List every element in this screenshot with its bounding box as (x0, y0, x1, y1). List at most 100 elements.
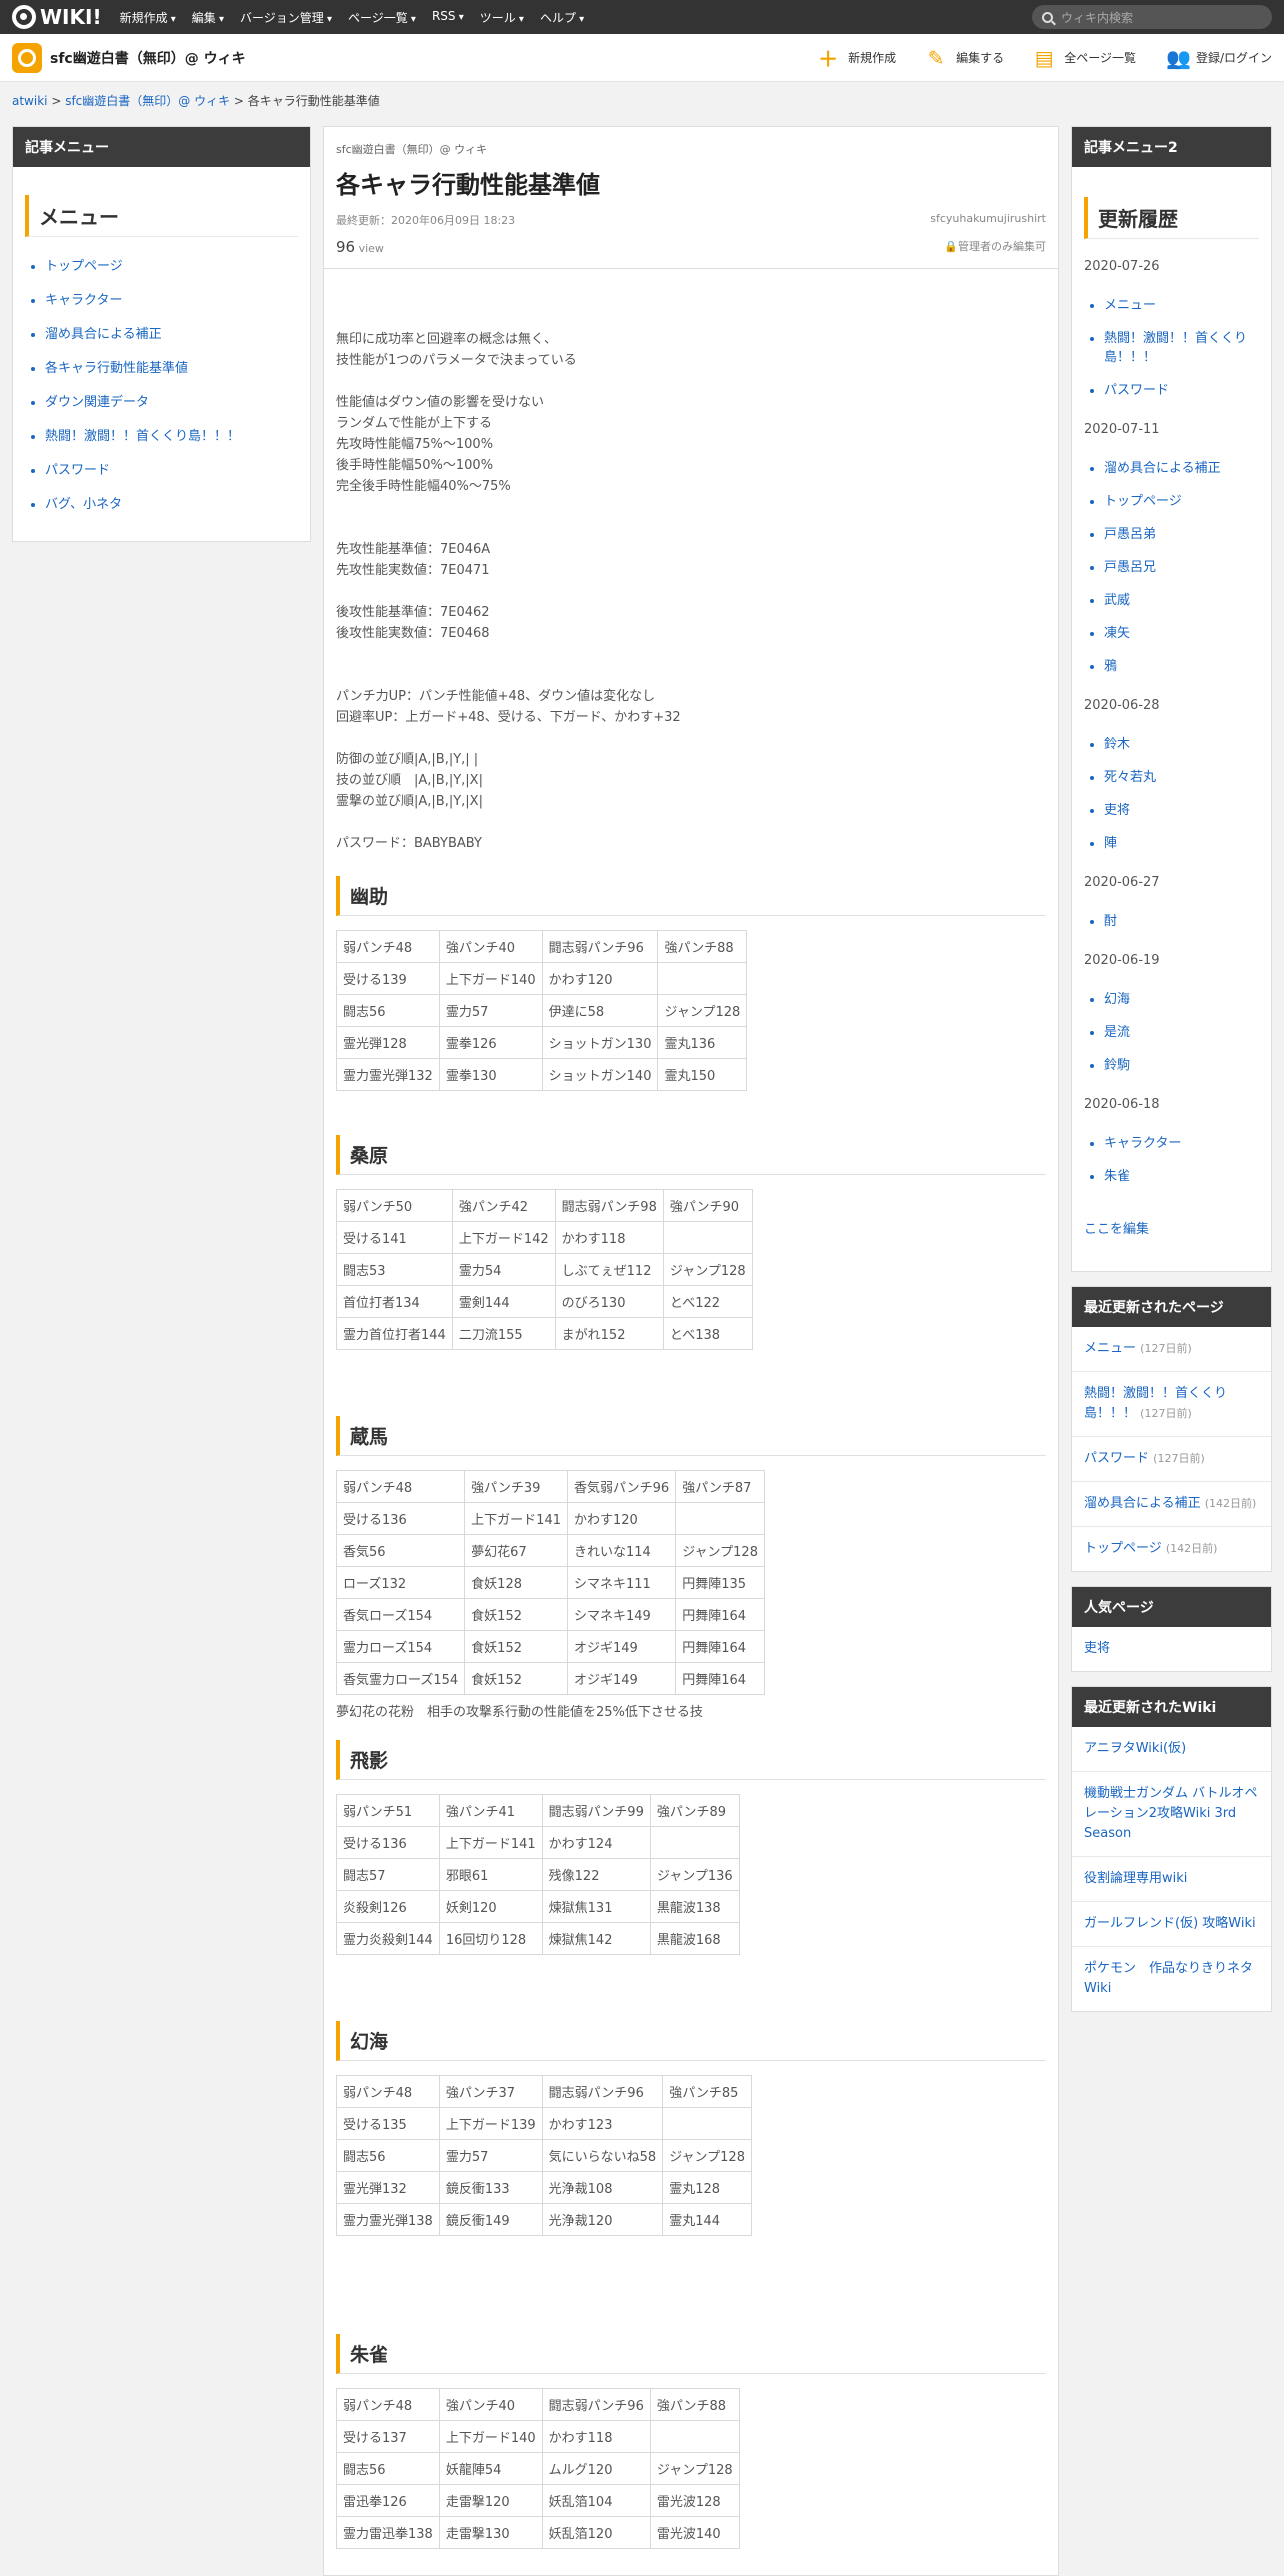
table-cell: 妖乱箔104 (541, 2484, 651, 2517)
table-cell: 受ける136 (336, 1826, 440, 1859)
history-link[interactable]: 是流 (1104, 1023, 1259, 1042)
history-link[interactable]: 戸愚呂弟 (1104, 525, 1259, 544)
recent-page-link[interactable]: パスワード (1084, 1451, 1149, 1466)
article-menu-title: 記事メニュー (13, 127, 310, 167)
wiki-link[interactable]: 役割論理専用wiki (1072, 1857, 1271, 1902)
popular-page-link[interactable]: 吏将 (1072, 1627, 1271, 1671)
left-sidebar: 記事メニュー メニュー トップページ キャラクター 溜め具合による補正 各キャラ… (12, 126, 311, 556)
history-link[interactable]: 鴉 (1104, 657, 1259, 676)
update-history: 2020-07-26 メニュー熱闘！激闘！！首くくり島！！！ パスワード 2020-0… (1084, 259, 1259, 1186)
table-cell: 霊力霊光弾132 (336, 1058, 440, 1091)
menu-item-down[interactable]: ダウン関連データ (45, 391, 298, 410)
article-body: 無印に成功率と回避率の概念は無く、 技性能が1つのパラメータで決まっている 性能… (324, 269, 1058, 2575)
table-cell: ローズ132 (335, 1566, 466, 1599)
table-cell: 霊力54 (451, 1253, 556, 1286)
wiki-link[interactable]: 機動戦士ガンダム バトルオペレーション2攻略Wiki 3rd Season (1072, 1772, 1271, 1857)
table-cell: 香気霊力ローズ154 (335, 1662, 466, 1695)
wiki-link[interactable]: ポケモン 作品なりきりネタWiki (1072, 1947, 1271, 2011)
character-section: 飛影 弱パンチ51 強パンチ41 闘志弱パンチ99 強パンチ89 受ける136 上下ガード1… (336, 1740, 1046, 1955)
menu-help[interactable]: ヘルプ (540, 9, 584, 26)
all-pages-button[interactable]: ▤ 全ページ一覧 (1034, 43, 1136, 72)
table-row: 霊光弾128 霊拳126 ショットガン130 霊丸136 (336, 1026, 748, 1059)
menu-item-password[interactable]: パスワード (45, 459, 298, 478)
table-cell: 食妖152 (464, 1662, 568, 1695)
wiki-link[interactable]: アニヲタWiki(仮) (1072, 1727, 1271, 1772)
history-heading: 更新履歴 (1084, 197, 1259, 239)
breadcrumb-wiki[interactable]: sfc幽遊白書（無印）@ ウィキ (65, 94, 230, 108)
table-cell: 弱パンチ50 (336, 1189, 453, 1222)
paragraph: 防御の並び順|A,|B,|Y,| | 技の並び順 |A,|B,|Y,|X| 霊撃… (336, 752, 483, 809)
wiki-name[interactable]: sfc幽遊白書（無印）@ ウィキ (50, 48, 246, 68)
menu-pages[interactable]: ページ一覧 (348, 9, 416, 26)
table-cell: 霊拳130 (438, 1058, 543, 1091)
table-row: 弱パンチ50 強パンチ42 闘志弱パンチ98 強パンチ90 (336, 1189, 753, 1222)
stats-table: 弱パンチ51 強パンチ41 闘志弱パンチ99 強パンチ89 受ける136 上下ガード141… (336, 1794, 740, 1955)
page-title: 各キャラ行動性能基準値 (336, 171, 600, 199)
edit-this-link[interactable]: ここを編集 (1084, 1218, 1259, 1237)
table-row: 霊力雷迅拳138 走雷撃130 妖乱箔120 雷光波140 (336, 2516, 740, 2549)
history-link[interactable]: 鈴木 (1104, 735, 1259, 754)
recent-page-item[interactable]: トップページ (142日前) (1072, 1527, 1271, 1571)
table-cell (649, 1826, 740, 1859)
table-row: 首位打者134 霊剣144 のびろ130 とべ122 (336, 1285, 753, 1318)
history-link[interactable]: トップページ (1104, 492, 1259, 511)
recent-page-item[interactable]: 熱闘！激闘！！首くくり島！！！ (127日前) (1072, 1372, 1271, 1437)
wiki-link[interactable]: ガールフレンド(仮) 攻略Wiki (1072, 1902, 1271, 1947)
table-row: 弱パンチ48 強パンチ39 香気弱パンチ96 強パンチ87 (335, 1470, 765, 1503)
search-input[interactable]: ウィキ内検索 (1032, 5, 1272, 29)
menu-version[interactable]: バージョン管理 (240, 9, 332, 26)
menu-edit[interactable]: 編集 (192, 9, 224, 26)
history-link[interactable]: 幻海 (1104, 990, 1259, 1009)
new-page-button[interactable]: ＋新規作成 (818, 43, 896, 72)
history-link[interactable]: 鈴駒 (1104, 1056, 1259, 1075)
table-cell: 上下ガード139 (438, 2107, 543, 2140)
menu-rss[interactable]: RSS (432, 9, 464, 26)
menu-item-performance[interactable]: 各キャラ行動性能基準値 (45, 357, 298, 376)
history-link[interactable]: 戸愚呂兄 (1104, 558, 1259, 577)
menu-new[interactable]: 新規作成 (120, 9, 176, 26)
recent-page-item[interactable]: メニュー (127日前) (1072, 1327, 1271, 1372)
recent-page-link[interactable]: トップページ (1084, 1541, 1162, 1556)
atwiki-logo[interactable]: WIKI! (12, 5, 102, 29)
author: sfcyuhakumujirushirt (930, 212, 1046, 225)
history-link[interactable]: 陣 (1104, 834, 1259, 853)
breadcrumb-atwiki[interactable]: atwiki (12, 94, 48, 108)
history-link[interactable]: 吏将 (1104, 801, 1259, 820)
history-link[interactable]: 凍矢 (1104, 624, 1259, 643)
table-cell: ジャンプ136 (649, 1858, 740, 1891)
menu-item-character[interactable]: キャラクター (45, 289, 298, 308)
character-section: 幽助 弱パンチ48 強パンチ40 闘志弱パンチ96 強パンチ88 受ける139 上下ガード1… (336, 876, 1046, 1091)
recent-page-link[interactable]: 溜め具合による補正 (1084, 1496, 1201, 1511)
edit-button[interactable]: ✎ 編集する (926, 43, 1004, 72)
table-cell: 霊丸150 (657, 1058, 748, 1091)
menu-item-bugs[interactable]: バグ、小ネタ (45, 493, 298, 512)
history-link[interactable]: 武威 (1104, 591, 1259, 610)
article: sfc幽遊白書（無印）@ ウィキ 各キャラ行動性能基準値 最終更新：2020年0… (323, 126, 1059, 2576)
recent-page-item[interactable]: パスワード (127日前) (1072, 1437, 1271, 1482)
login-button[interactable]: 👥 登録/ログイン (1166, 43, 1272, 72)
table-cell: 闘志弱パンチ96 (541, 2075, 664, 2108)
table-cell (675, 1502, 765, 1535)
recent-pages: 最近更新されたページ メニュー (127日前) 熱闘！激闘！！首くくり島！！！ (… (1071, 1286, 1272, 1572)
table-cell: 上下ガード140 (438, 2420, 543, 2453)
menu-item-top[interactable]: トップページ (45, 255, 298, 274)
wiki-logo-icon[interactable] (12, 42, 42, 73)
menu-item-island[interactable]: 熱闘！激闘！！首くくり島！！！ (45, 425, 298, 444)
menu-tools[interactable]: ツール (480, 9, 524, 26)
recent-page-link[interactable]: メニュー (1084, 1341, 1136, 1356)
history-link[interactable]: 溜め具合による補正 (1104, 459, 1259, 478)
table-cell: 強パンチ90 (662, 1189, 753, 1222)
history-link[interactable]: メニュー (1104, 296, 1259, 315)
history-link[interactable]: 酎 (1104, 912, 1259, 931)
document-icon: ▤ (1034, 45, 1054, 70)
history-link[interactable]: 死々若丸 (1104, 768, 1259, 787)
menu-item-charge[interactable]: 溜め具合による補正 (45, 323, 298, 342)
history-link[interactable]: キャラクター (1104, 1134, 1259, 1153)
recent-page-item[interactable]: 溜め具合による補正 (142日前) (1072, 1482, 1271, 1527)
history-link[interactable]: 朱雀 (1104, 1167, 1259, 1186)
history-link[interactable]: パスワード (1104, 381, 1259, 400)
history-link[interactable]: 熱闘！激闘！！首くくり島！！！ (1104, 329, 1259, 367)
last-updated: 最終更新：2020年06月09日 18:23 (336, 214, 516, 227)
stats-table: 弱パンチ48 強パンチ37 闘志弱パンチ96 強パンチ85 受ける135 上下ガード139… (336, 2075, 752, 2236)
table-cell: 強パンチ88 (649, 2388, 740, 2421)
